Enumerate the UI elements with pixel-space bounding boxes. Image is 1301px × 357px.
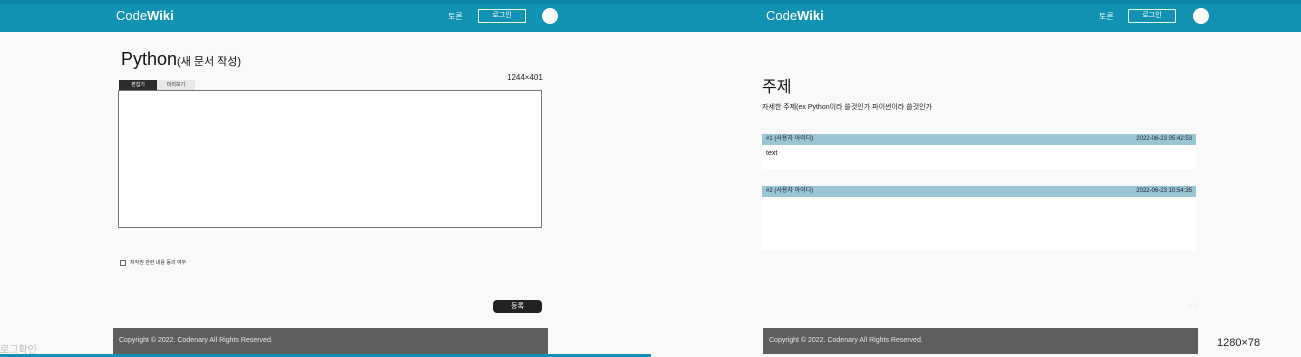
discussion-page-panel: CodeWiki 토론 로그인 주제 자세한 주제(ex Python이라 쓸것… xyxy=(651,0,1301,357)
dimension-label: 1280×78 xyxy=(1217,337,1261,349)
avatar[interactable] xyxy=(1193,8,1209,24)
dimension-label: 1244×401 xyxy=(507,73,543,82)
login-button[interactable]: 로그인 xyxy=(1128,9,1176,23)
content-editor[interactable] xyxy=(118,90,542,228)
submit-button[interactable]: 등록 xyxy=(493,300,542,313)
nav-discuss-link[interactable]: 토론 xyxy=(1099,11,1114,22)
comment-date: 2022-06-23 05:42:53 xyxy=(1136,136,1192,142)
logo[interactable]: CodeWiki xyxy=(766,8,824,23)
comment-header: #1 (사용자 아이디) 2022-06-23 05:42:53 xyxy=(762,134,1196,145)
comment-header: #2 (사용자 아이디) 2022-06-23 10:54:35 xyxy=(762,186,1196,197)
copyright-agree-label: 저작권 관련 내용 동의 여부 xyxy=(130,260,187,266)
tab-preview[interactable]: 미리보기 xyxy=(157,80,195,90)
nav-discuss-link[interactable]: 토론 xyxy=(448,11,463,22)
comment-item: #2 (사용자 아이디) 2022-06-23 10:54:35 xyxy=(762,186,1196,250)
bottom-label: 로그확인 xyxy=(0,345,37,356)
page-title: Python(새 문서 작성) xyxy=(121,49,242,69)
faint-submit-button[interactable]: 등록 xyxy=(1188,302,1199,311)
footer: Copyright © 2022. Codenary All Rights Re… xyxy=(113,328,548,354)
copyright-agree-row: 저작권 관련 내용 동의 여부 xyxy=(120,259,186,266)
topic-title: 주제 xyxy=(762,79,792,96)
comment-date: 2022-06-23 10:54:35 xyxy=(1136,188,1192,194)
topic-description: 자세한 주제(ex Python이라 쓸것인가 파이썬이라 쓸것인가 xyxy=(762,104,933,111)
comment-author: #1 (사용자 아이디) xyxy=(766,136,814,142)
logo[interactable]: CodeWiki xyxy=(116,8,174,23)
comment-body xyxy=(762,197,1196,250)
header-bar: CodeWiki 토론 로그인 xyxy=(651,0,1301,32)
header-bar: CodeWiki 토론 로그인 xyxy=(0,0,651,32)
write-page-panel: CodeWiki 토론 로그인 Python(새 문서 작성) 1244×401… xyxy=(0,0,651,357)
login-button[interactable]: 로그인 xyxy=(478,9,526,23)
comment-item: #1 (사용자 아이디) 2022-06-23 05:42:53 text xyxy=(762,134,1196,169)
avatar[interactable] xyxy=(542,8,558,24)
copyright-agree-checkbox[interactable] xyxy=(120,259,126,266)
editor-tabs: 편집기 미리보기 xyxy=(119,80,195,90)
footer: Copyright © 2022. Codenary All Rights Re… xyxy=(763,328,1198,354)
comment-body: text xyxy=(762,145,1196,169)
comment-author: #2 (사용자 아이디) xyxy=(766,188,814,194)
tab-edit[interactable]: 편집기 xyxy=(119,80,157,90)
